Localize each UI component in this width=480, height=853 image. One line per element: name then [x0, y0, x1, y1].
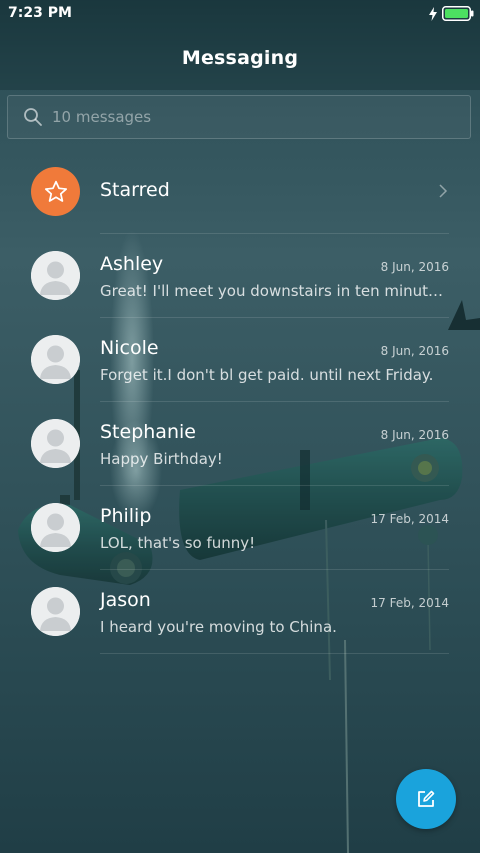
divider: [100, 653, 449, 654]
conversation-row-ashley[interactable]: Ashley 8 Jun, 2016 Great! I'll meet you …: [0, 234, 480, 318]
conversation-preview: Great! I'll meet you downstairs in ten m…: [100, 282, 448, 300]
page-title: Messaging: [181, 47, 299, 69]
conversation-date: 8 Jun, 2016: [380, 428, 449, 442]
default-avatar-icon: [31, 503, 80, 552]
status-bar: 7:23 PM: [0, 0, 480, 28]
conversation-name: Nicole: [100, 337, 159, 359]
starred-label: Starred: [100, 179, 170, 201]
default-avatar-icon: [31, 587, 80, 636]
conversation-name: Jason: [100, 589, 151, 611]
search-bar[interactable]: [7, 95, 471, 139]
conversation-name: Philip: [100, 505, 152, 527]
chevron-right-icon: [439, 184, 448, 198]
compose-button[interactable]: [396, 769, 456, 829]
conversation-row-stephanie[interactable]: Stephanie 8 Jun, 2016 Happy Birthday!: [0, 402, 480, 486]
messaging-screen: 7:23 PM Messaging Starred: [0, 0, 480, 853]
conversation-row-philip[interactable]: Philip 17 Feb, 2014 LOL, that's so funny…: [0, 486, 480, 570]
default-avatar-icon: [31, 251, 80, 300]
conversation-list: Ashley 8 Jun, 2016 Great! I'll meet you …: [0, 234, 480, 654]
app-header: Messaging: [0, 28, 480, 88]
conversation-name: Ashley: [100, 253, 164, 275]
default-avatar-icon: [31, 335, 80, 384]
conversation-row-jason[interactable]: Jason 17 Feb, 2014 I heard you're moving…: [0, 570, 480, 654]
search-input[interactable]: [52, 96, 452, 138]
conversation-date: 17 Feb, 2014: [370, 512, 450, 526]
charging-bolt-icon: [429, 6, 437, 21]
starred-avatar: [31, 167, 80, 216]
conversation-preview: LOL, that's so funny!: [100, 534, 256, 552]
conversation-row-nicole[interactable]: Nicole 8 Jun, 2016 Forget it.I don't bl …: [0, 318, 480, 402]
status-time: 7:23 PM: [8, 5, 72, 21]
starred-row[interactable]: Starred: [0, 150, 480, 234]
compose-icon: [418, 790, 435, 807]
conversation-preview: I heard you're moving to China.: [100, 618, 337, 636]
conversation-name: Stephanie: [100, 421, 196, 443]
battery-full-icon: [442, 6, 474, 21]
conversation-date: 8 Jun, 2016: [380, 260, 449, 274]
conversation-preview: Forget it.I don't bl get paid. until nex…: [100, 366, 434, 384]
search-icon: [24, 108, 42, 126]
conversation-date: 17 Feb, 2014: [370, 596, 450, 610]
conversation-date: 8 Jun, 2016: [380, 344, 449, 358]
conversation-preview: Happy Birthday!: [100, 450, 223, 468]
star-icon: [44, 180, 67, 202]
status-icons: [428, 6, 474, 21]
default-avatar-icon: [31, 419, 80, 468]
